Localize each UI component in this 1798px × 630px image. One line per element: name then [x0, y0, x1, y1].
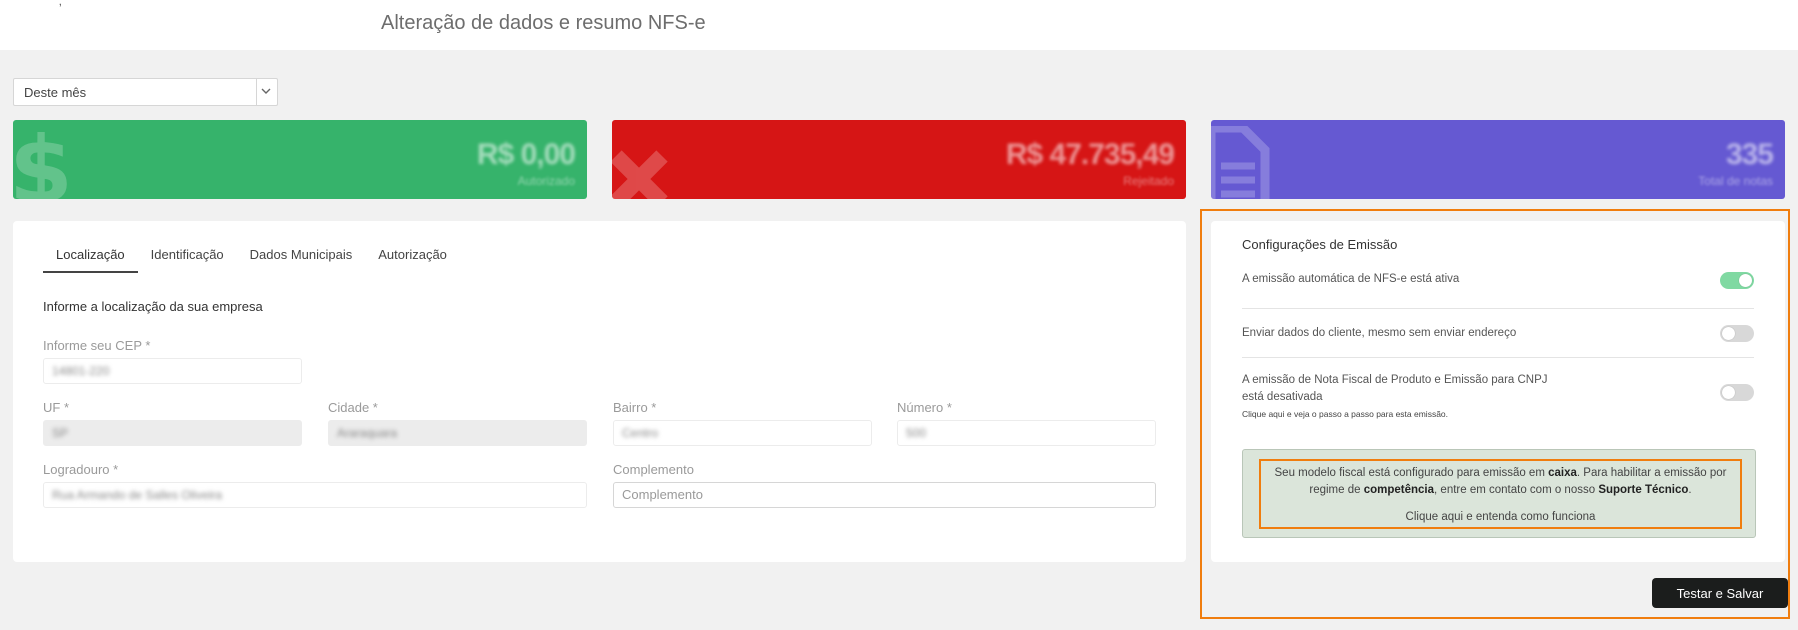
setting-send-client-data: Enviar dados do cliente, mesmo sem envia… — [1242, 309, 1754, 358]
setting-text-line2: está desativada — [1242, 391, 1323, 403]
page-title: Alteração de dados e resumo NFS-e — [381, 12, 706, 34]
document-icon — [1211, 126, 1270, 199]
form-tabs: Localização Identificação Dados Municipa… — [43, 247, 460, 273]
uf-input[interactable]: SP — [43, 420, 302, 446]
bairro-value: Centro — [622, 426, 659, 440]
top-header: ʼ, Alteração de dados e resumo NFS-e — [0, 0, 1798, 50]
info-text: Seu modelo fiscal está configurado para … — [1274, 467, 1727, 496]
uf-value: SP — [52, 426, 69, 440]
corner-mark: ʼ, — [56, 0, 62, 8]
tab-autorizacao[interactable]: Autorização — [365, 247, 460, 273]
stat-label: Rejeitado — [1123, 174, 1174, 188]
period-select-value: Deste mês — [24, 85, 87, 100]
stat-value: 335 — [1725, 138, 1774, 171]
stat-label: Autorizado — [517, 174, 575, 188]
product-invoice-toggle[interactable] — [1720, 384, 1754, 401]
numero-label: Número * — [897, 400, 952, 415]
how-it-works-link[interactable]: Clique aqui e entenda como funciona — [1261, 511, 1740, 523]
emission-settings-panel: Configurações de Emissão A emissão autom… — [1211, 221, 1785, 562]
setting-text-line1: A emissão de Nota Fiscal de Produto e Em… — [1242, 374, 1548, 386]
cidade-label: Cidade * — [328, 400, 378, 415]
cidade-input[interactable]: Araraquara — [328, 420, 587, 446]
stat-value: R$ 0,00 — [476, 138, 576, 171]
setting-text: Enviar dados do cliente, mesmo sem envia… — [1242, 327, 1517, 339]
svg-text:$: $ — [13, 126, 73, 199]
logradouro-label: Logradouro * — [43, 462, 119, 477]
tab-localizacao[interactable]: Localização — [43, 247, 138, 273]
send-client-data-toggle[interactable] — [1720, 325, 1754, 342]
complemento-field[interactable] — [613, 482, 1156, 508]
bairro-input[interactable]: Centro — [613, 420, 872, 446]
stat-card-rejected: R$ 47.735,49 Rejeitado — [612, 120, 1186, 199]
stat-card-authorized: $ R$ 0,00 Autorizado — [13, 120, 587, 199]
toggle-knob — [1722, 327, 1735, 340]
uf-label: UF * — [43, 400, 69, 415]
x-icon — [612, 150, 668, 199]
complemento-label: Complemento — [613, 462, 694, 477]
cep-input[interactable]: 14801-220 — [43, 358, 302, 384]
select-divider — [256, 79, 257, 105]
fiscal-model-info: Seu modelo fiscal está configurado para … — [1242, 449, 1756, 538]
tab-dados-municipais[interactable]: Dados Municipais — [237, 247, 366, 273]
numero-value: 500 — [906, 426, 927, 440]
numero-input[interactable]: 500 — [897, 420, 1156, 446]
setting-text: A emissão de Nota Fiscal de Produto e Em… — [1242, 358, 1754, 406]
stat-label: Total de notas — [1698, 174, 1773, 188]
location-form-panel: Localização Identificação Dados Municipa… — [13, 221, 1186, 562]
settings-title: Configurações de Emissão — [1242, 237, 1398, 252]
step-by-step-link[interactable]: Clique aqui e veja o passo a passo para … — [1242, 409, 1754, 419]
toggle-knob — [1739, 274, 1752, 287]
test-and-save-button[interactable]: Testar e Salvar — [1652, 578, 1788, 608]
setting-auto-emission: A emissão automática de NFS-e está ativa — [1242, 266, 1754, 309]
stat-value: R$ 47.735,49 — [1005, 138, 1175, 171]
bairro-label: Bairro * — [613, 400, 657, 415]
cidade-value: Araraquara — [337, 426, 398, 440]
setting-text: A emissão automática de NFS-e está ativa — [1242, 273, 1460, 285]
cep-label: Informe seu CEP * — [43, 338, 151, 353]
tab-identificacao[interactable]: Identificação — [138, 247, 237, 273]
stat-card-total: 335 Total de notas — [1211, 120, 1785, 199]
logradouro-value: Rua Armando de Salles Oliveira — [52, 488, 223, 502]
period-select[interactable]: Deste mês — [13, 78, 278, 106]
cep-value: 14801-220 — [52, 364, 110, 378]
form-intro: Informe a localização da sua empresa — [43, 299, 263, 314]
auto-emission-toggle[interactable] — [1720, 272, 1754, 289]
info-highlight-frame: Seu modelo fiscal está configurado para … — [1259, 459, 1742, 529]
toggle-knob — [1722, 386, 1735, 399]
setting-product-invoice: A emissão de Nota Fiscal de Produto e Em… — [1242, 358, 1754, 425]
chevron-down-icon — [261, 88, 271, 94]
complemento-input[interactable] — [622, 487, 1147, 502]
logradouro-input[interactable]: Rua Armando de Salles Oliveira — [43, 482, 587, 508]
dollar-icon: $ — [13, 126, 73, 199]
